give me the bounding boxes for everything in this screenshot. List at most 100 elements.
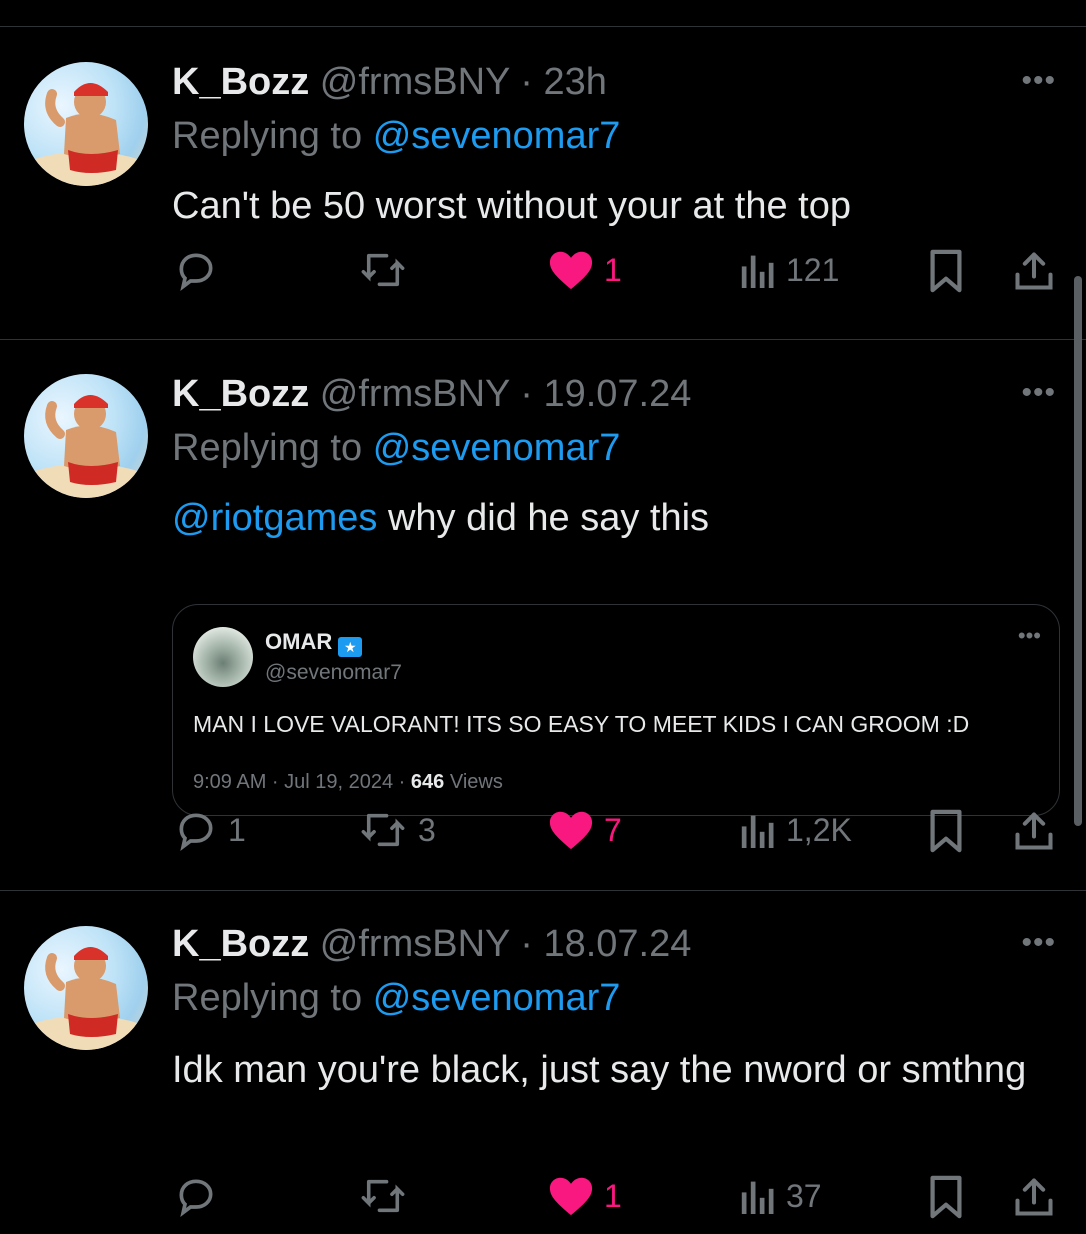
tweet-text: Can't be 50 worst without your at the to… [172, 180, 1032, 232]
replying-prefix: Replying to [172, 427, 363, 469]
share-icon [1015, 252, 1053, 290]
views-icon [741, 1181, 774, 1214]
avatar[interactable] [24, 62, 148, 186]
replying-to-link[interactable]: @sevenomar7 [373, 977, 621, 1019]
like-button[interactable]: 7 [548, 808, 622, 852]
bookmark-button[interactable] [926, 808, 966, 854]
like-button[interactable]: 1 [548, 1174, 622, 1218]
quoted-views-label: Views [444, 771, 503, 793]
tweet-text: @riotgames why did he say this [172, 492, 1032, 544]
replying-to-link[interactable]: @sevenomar7 [373, 115, 621, 157]
quoted-meta: 9:09 AM · Jul 19, 2024 · 646 Views [193, 771, 503, 794]
reply-icon [179, 1179, 213, 1217]
reply-button[interactable] [174, 248, 228, 292]
replying-prefix: Replying to [172, 115, 363, 157]
bookmark-button[interactable] [926, 248, 966, 294]
bookmark-button[interactable] [926, 1174, 966, 1220]
quoted-text: MAN I LOVE VALORANT! ITS SO EASY TO MEET… [193, 711, 970, 737]
replying-prefix: Replying to [172, 977, 363, 1019]
views-icon [741, 815, 774, 848]
share-icon [1015, 1178, 1053, 1216]
reply-icon [179, 813, 213, 851]
more-icon[interactable]: ••• [1021, 64, 1056, 98]
timestamp[interactable]: 23h [543, 61, 606, 103]
replying-to: Replying to @sevenomar7 [172, 112, 620, 160]
share-icon [1015, 812, 1053, 850]
quoted-name: OMAR [265, 629, 333, 654]
display-name[interactable]: K_Bozz [172, 373, 309, 415]
tweet-header: K_Bozz @frmsBNY · 19.07.24 [172, 370, 691, 418]
scrollbar[interactable] [1074, 276, 1082, 826]
timestamp[interactable]: 18.07.24 [543, 923, 691, 965]
avatar[interactable] [24, 374, 148, 498]
handle[interactable]: @frmsBNY [320, 61, 510, 103]
quoted-time: 9:09 AM · Jul 19, 2024 · [193, 771, 411, 793]
retweet-icon [361, 1179, 405, 1213]
reply-count: 1 [228, 811, 246, 848]
bookmark-icon [930, 249, 962, 293]
avatar[interactable] [24, 926, 148, 1050]
retweet-icon [361, 813, 405, 847]
verified-badge-icon: ★ [338, 637, 363, 657]
quoted-display-name: OMAR ★ [265, 629, 363, 657]
tweet-header: K_Bozz @frmsBNY · 23h [172, 58, 607, 106]
tweet-body: why did he say this [377, 497, 710, 539]
reply-button[interactable] [174, 1174, 228, 1218]
views-count: 1,2K [786, 811, 852, 848]
handle[interactable]: @frmsBNY [320, 923, 510, 965]
handle[interactable]: @frmsBNY [320, 373, 510, 415]
replying-to-link[interactable]: @sevenomar7 [373, 427, 621, 469]
action-bar: 1 3 7 1,2K [0, 808, 1086, 868]
retweet-count: 3 [418, 811, 436, 848]
replying-to: Replying to @sevenomar7 [172, 974, 620, 1022]
like-count: 1 [604, 251, 622, 288]
heart-icon [549, 811, 593, 850]
more-icon[interactable]: ••• [1021, 376, 1056, 410]
quoted-more-icon[interactable]: ••• [1018, 623, 1041, 649]
timestamp[interactable]: 19.07.24 [543, 373, 691, 415]
views-count: 37 [786, 1177, 822, 1214]
like-count: 7 [604, 811, 622, 848]
top-divider [0, 26, 1086, 27]
replying-to: Replying to @sevenomar7 [172, 424, 620, 472]
reply-button[interactable]: 1 [174, 808, 246, 852]
action-bar: 1 121 [0, 248, 1086, 308]
bookmark-icon [930, 809, 962, 853]
views-icon [741, 255, 774, 288]
quoted-avatar[interactable] [193, 627, 253, 687]
divider [0, 339, 1086, 340]
tweet-text: Idk man you're black, just say the nword… [172, 1044, 1032, 1096]
retweet-button[interactable]: 3 [358, 808, 436, 852]
retweet-button[interactable] [358, 248, 418, 292]
views-button[interactable]: 1,2K [740, 808, 852, 852]
quoted-tweet[interactable]: OMAR ★ @sevenomar7 ••• MAN I LOVE VALORAN… [172, 604, 1060, 816]
divider [0, 890, 1086, 891]
share-button[interactable] [1012, 1174, 1056, 1220]
display-name[interactable]: K_Bozz [172, 923, 309, 965]
like-button[interactable]: 1 [548, 248, 622, 292]
like-count: 1 [604, 1177, 622, 1214]
more-icon[interactable]: ••• [1021, 926, 1056, 960]
tweet-header: K_Bozz @frmsBNY · 18.07.24 [172, 920, 691, 968]
views-count: 121 [786, 251, 840, 288]
tweet-body: Can't be 50 worst without your at the to… [172, 185, 851, 227]
retweet-icon [361, 253, 405, 287]
mention-link[interactable]: @riotgames [172, 497, 377, 539]
tweet-body: Idk man you're black, just say the nword… [172, 1049, 1027, 1091]
display-name[interactable]: K_Bozz [172, 61, 309, 103]
separator: · [520, 923, 533, 965]
views-button[interactable]: 37 [740, 1174, 822, 1218]
action-bar: 1 37 [0, 1174, 1086, 1234]
heart-icon [549, 1177, 593, 1216]
heart-icon [549, 251, 593, 290]
reply-icon [179, 253, 213, 291]
quoted-handle: @sevenomar7 [265, 661, 402, 684]
views-button[interactable]: 121 [740, 248, 839, 292]
retweet-button[interactable] [358, 1174, 418, 1218]
separator: · [520, 61, 533, 103]
bookmark-icon [930, 1175, 962, 1219]
separator: · [520, 373, 533, 415]
share-button[interactable] [1012, 248, 1056, 294]
quoted-views-count: 646 [410, 771, 445, 793]
share-button[interactable] [1012, 808, 1056, 854]
